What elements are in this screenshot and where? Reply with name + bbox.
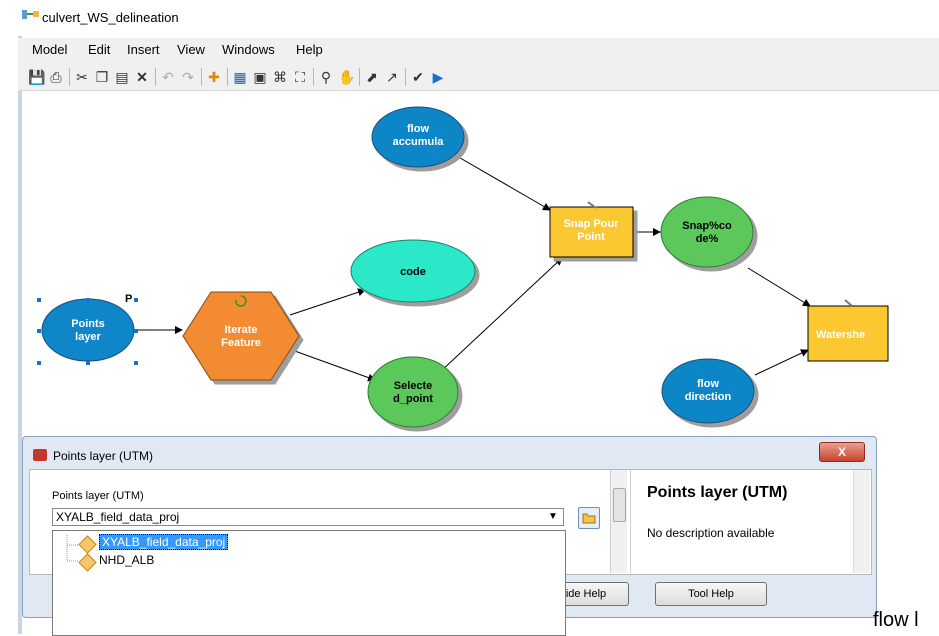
browse-folder-button[interactable] [578,507,600,529]
menu-edit[interactable]: Edit [88,42,110,57]
dropdown-item[interactable]: NHD_ALB [99,552,154,568]
combobox-value: XYALB_field_data_proj [56,510,180,524]
dropdown-item-label: NHD_ALB [99,553,155,567]
window-title: culvert_WS_delineation [42,10,179,25]
toolbar-separator [359,68,360,86]
full-extent-icon[interactable]: ▣ [252,69,268,85]
chevron-down-icon[interactable]: ▼ [545,509,561,525]
menu-view[interactable]: View [177,42,205,57]
node-label: Selecte [394,380,433,392]
node-label: direction [685,391,732,403]
node-label: de% [696,233,719,245]
node-flow-accumula[interactable]: flow accumula [371,106,465,168]
dropdown-item-label: XYALB_field_data_proj [99,534,229,550]
delete-icon[interactable]: ✕ [134,69,150,85]
cut-icon[interactable]: ✂ [74,69,90,85]
layer-dropdown-list: XYALB_field_data_proj NHD_ALB [52,530,566,636]
node-label: flow [407,123,429,135]
dropdown-item[interactable]: XYALB_field_data_proj [99,534,229,550]
node-label: layer [75,331,101,343]
node-label: code [400,266,426,278]
help-title: Points layer (UTM) [647,484,788,501]
connector-flowacc-snap [454,154,551,211]
validate-icon[interactable]: ✔ [410,69,426,85]
toolbar-separator [313,68,314,86]
node-label: accumula [393,136,445,148]
redo-icon[interactable]: ↷ [180,69,196,85]
toolbar-separator [405,68,406,86]
node-watershed[interactable]: Watershe [807,299,889,362]
help-text: No description available [647,526,775,540]
toolbar: 💾 ⎙ ✂ ❐ ▤ ✕ ↶ ↷ ✚ ▦ ▣ ⌘ ⛶ ⚲ ✋ ⬈ ↗ ✔ ▶ [18,62,939,91]
node-label: Watershe [816,329,865,341]
help-panel: Points layer (UTM) No description availa… [630,470,871,573]
model-builder-icon [22,10,39,19]
save-icon[interactable]: 💾 [28,69,45,85]
print-icon[interactable]: ⎙ [48,69,64,85]
fit-icon[interactable]: ⌘ [272,69,288,85]
node-label: Snap%co [682,220,732,232]
parameter-marker: P [125,293,132,305]
select-icon[interactable]: ⬈ [364,69,380,85]
folder-icon [582,513,596,524]
node-label: Snap Pour [563,218,619,230]
node-flow-direction[interactable]: flow direction [661,358,755,424]
connector-snapcode-watershed [747,267,811,307]
node-label: Feature [221,337,261,349]
tool-help-button[interactable]: Tool Help [655,582,767,606]
toolbar-separator [201,68,202,86]
toolbox-icon [33,449,47,461]
node-snap-code[interactable]: Snap%co de% [660,196,754,268]
menu-bar: Model Edit Insert View Windows Help [18,38,939,62]
connector-iterate-selected [291,349,376,382]
run-icon[interactable]: ▶ [430,69,446,85]
toolbar-separator [227,68,228,86]
zoom-in-icon[interactable]: ⚲ [318,69,334,85]
add-data-icon[interactable]: ✚ [206,69,222,85]
node-points-layer[interactable]: Points layer [41,298,135,362]
parameter-label: Points layer (UTM) [52,490,144,502]
undo-icon[interactable]: ↶ [160,69,176,85]
node-label: flow [697,378,719,390]
close-button[interactable]: X [819,442,865,462]
connect-icon[interactable]: ↗ [384,69,400,85]
node-label: Point [577,231,605,243]
connector-iterate-code [289,288,366,316]
node-snap-pour-point[interactable]: Snap Pour Point [549,201,634,258]
menu-model[interactable]: Model [32,42,67,57]
zoom-extent-icon[interactable]: ⛶ [292,69,308,85]
paste-icon[interactable]: ▤ [114,69,130,85]
menu-windows[interactable]: Windows [222,42,275,57]
node-selected-point[interactable]: Selecte d_point [367,356,459,428]
toolbar-separator [69,68,70,86]
node-label: d_point [393,393,433,405]
dialog-title: Points layer (UTM) [53,449,154,463]
parameters-scrollbar[interactable] [610,470,627,573]
overflow-text: flow l [873,609,919,631]
connector-flowdir-watershed [754,349,809,376]
model-canvas[interactable]: Points layer P Iterate Feature code Sele… [22,91,939,436]
node-label: Points [71,318,105,330]
help-scrollbar[interactable] [853,470,870,573]
layer-combobox[interactable]: XYALB_field_data_proj ▼ [52,508,564,526]
node-code[interactable]: code [350,239,476,303]
hammer-icon [844,299,853,307]
node-iterate-feature[interactable]: Iterate Feature [182,291,300,381]
node-label: Iterate [224,324,257,336]
copy-icon[interactable]: ❐ [94,69,110,85]
pan-icon[interactable]: ✋ [338,69,355,85]
scrollbar-thumb[interactable] [613,488,626,522]
menu-insert[interactable]: Insert [127,42,160,57]
auto-layout-icon[interactable]: ▦ [232,69,248,85]
toolbar-separator [155,68,156,86]
menu-help[interactable]: Help [296,42,323,57]
